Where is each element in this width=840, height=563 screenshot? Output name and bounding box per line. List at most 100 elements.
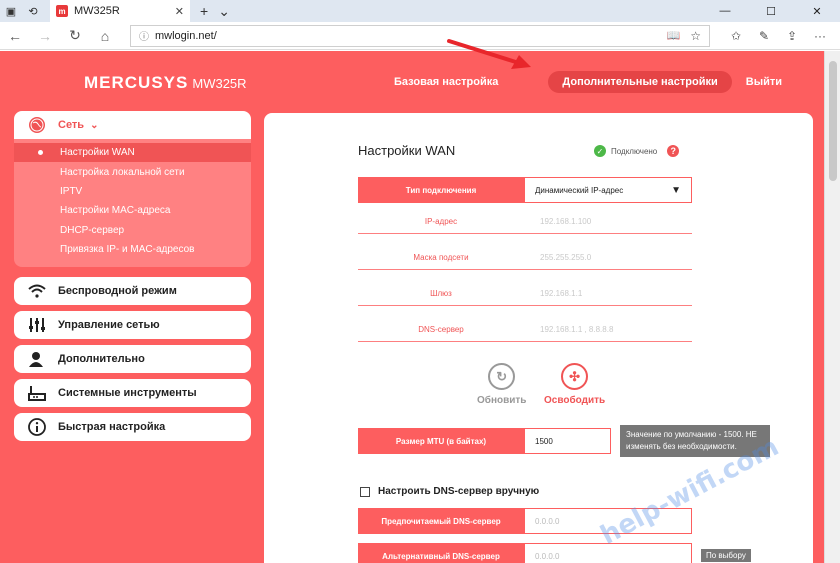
sidebar-item-label: Управление сетью (58, 319, 160, 332)
sidebar: Сеть ⌄ Настройки WAN Настройка локальной… (14, 111, 251, 447)
window-controls: — ☐ ✕ (702, 0, 840, 22)
submenu-iptv[interactable]: IPTV (14, 182, 251, 201)
favorites-icon[interactable]: ✩ (722, 29, 750, 43)
gateway-label: Шлюз (430, 288, 452, 298)
wifi-icon (28, 284, 52, 298)
favorite-star-icon[interactable]: ☆ (690, 29, 701, 43)
address-input[interactable]: ⓘ mwlogin.net/ 📖 ☆ (130, 24, 710, 47)
red-arrow-icon (447, 39, 531, 69)
maximize-icon[interactable]: ☐ (748, 0, 794, 22)
browser-tab[interactable]: m MW325R ✕ (50, 0, 190, 22)
sidebar-item-system-tools[interactable]: Системные инструменты (14, 379, 251, 408)
mtu-row: Размер MTU (в байтах) 1500 (358, 428, 614, 454)
info-icon[interactable]: ⓘ (139, 28, 149, 43)
close-window-icon[interactable]: ✕ (794, 0, 840, 22)
optional-tooltip: По выбору (701, 549, 751, 562)
submenu-wan-settings[interactable]: Настройки WAN (14, 143, 251, 163)
top-navigation: Базовая настройка Дополнительные настрой… (380, 71, 796, 93)
connection-type-row: Тип подключения Динамический IP-адрес ▼ (358, 177, 692, 203)
new-tab-icon[interactable]: + (200, 0, 208, 22)
sidebar-item-label: Системные инструменты (58, 387, 197, 400)
router-device-icon (28, 385, 52, 402)
scrollbar-thumb[interactable] (829, 61, 837, 181)
browser-tools: ✩ ✎ ⇪ ··· (722, 29, 834, 43)
brand-logo: MERCUSYS MW325R (84, 73, 247, 93)
nav-logout[interactable]: Выйти (732, 71, 796, 93)
connection-status: ✓ Подключено ? (594, 145, 680, 157)
dns-label: DNS-сервер (418, 324, 464, 334)
refresh-icon[interactable]: ↻ (60, 27, 90, 44)
info-circle-icon (28, 418, 52, 437)
sidebar-item-network[interactable]: Сеть ⌄ (14, 111, 251, 139)
sidebar-item-label: Быстрая настройка (58, 421, 166, 434)
sliders-icon (28, 317, 52, 333)
address-toolbar: ← → ↻ ⌂ ⓘ mwlogin.net/ 📖 ☆ ✩ ✎ ⇪ ··· (0, 22, 840, 50)
router-page: MERCUSYS MW325R Базовая настройка Дополни… (0, 39, 824, 563)
submenu-ip-mac-binding[interactable]: Привязка IP- и MAC-адресов (14, 240, 251, 259)
sidebar-item-advanced[interactable]: Дополнительно (14, 345, 251, 374)
page-title: Настройки WAN (358, 143, 456, 158)
pen-icon[interactable]: ✎ (750, 29, 778, 43)
share-icon[interactable]: ⇪ (778, 29, 806, 43)
favicon-icon: m (56, 5, 68, 17)
sidebar-item-quick-setup[interactable]: Быстрая настройка (14, 413, 251, 442)
nav-advanced[interactable]: Дополнительные настройки (548, 71, 732, 93)
forward-icon[interactable]: → (30, 28, 60, 44)
mtu-label: Размер MTU (в байтах) (358, 428, 524, 454)
manual-dns-checkbox-row[interactable]: Настроить DNS-сервер вручную (360, 486, 539, 497)
more-icon[interactable]: ··· (806, 29, 834, 43)
gateway-value: 192.168.1.1 (540, 288, 583, 298)
chevron-down-icon: ⌄ (90, 119, 99, 131)
tab-title: MW325R (74, 5, 120, 17)
tab-list-chevron-icon[interactable]: ⌄ (218, 0, 230, 22)
url-text: mwlogin.net/ (155, 29, 217, 42)
browser-titlebar: ▣ ⟲ m MW325R ✕ + ⌄ — ☐ ✕ (0, 0, 840, 22)
reading-view-icon[interactable]: 📖 (667, 29, 681, 42)
tab-actions-icon[interactable]: ▣ (0, 0, 22, 22)
ip-row: IP-адрес 192.168.1.100 (358, 209, 692, 234)
back-tabs-icon[interactable]: ⟲ (22, 0, 44, 22)
gateway-row: Шлюз 192.168.1.1 (358, 281, 692, 306)
submenu-dhcp-server[interactable]: DHCP-сервер (14, 221, 251, 240)
sidebar-item-wireless[interactable]: Беспроводной режим (14, 277, 251, 306)
connection-type-select[interactable]: Динамический IP-адрес ▼ (524, 177, 692, 203)
back-icon[interactable]: ← (0, 28, 30, 44)
mask-label: Маска подсети (413, 252, 469, 262)
mask-value: 255.255.255.0 (540, 252, 592, 262)
dns-value: 192.168.1.1 , 8.8.8.8 (540, 324, 614, 334)
ip-value: 192.168.1.100 (540, 216, 592, 226)
submenu-mac-address[interactable]: Настройки MAC-адреса (14, 201, 251, 220)
renew-label: Обновить (477, 395, 527, 406)
connection-type-value: Динамический IP-адрес (535, 185, 624, 195)
globe-icon (28, 116, 52, 134)
renew-button[interactable]: ↻ Обновить (477, 363, 526, 406)
alternate-dns-row: Альтернативный DNS-сервер 0.0.0.0 (358, 543, 692, 563)
release-arrows-icon: ✣ (561, 363, 589, 390)
alternate-dns-label: Альтернативный DNS-сервер (358, 543, 524, 563)
manual-dns-checkbox[interactable] (360, 486, 370, 497)
home-icon[interactable]: ⌂ (90, 28, 120, 44)
preferred-dns-label: Предпочитаемый DNS-сервер (358, 508, 524, 534)
sidebar-item-label: Дополнительно (58, 353, 145, 366)
page-scrollbar[interactable] (824, 51, 840, 563)
mask-row: Маска подсети 255.255.255.0 (358, 245, 692, 270)
nav-basic[interactable]: Базовая настройка (380, 71, 512, 93)
close-tab-icon[interactable]: ✕ (175, 5, 184, 18)
user-icon (28, 351, 52, 368)
dropdown-triangle-icon: ▼ (671, 184, 681, 196)
help-icon[interactable]: ? (667, 145, 680, 157)
sidebar-item-label: Сеть (58, 119, 85, 131)
wan-settings-card: Настройки WAN ✓ Подключено ? Тип подключ… (264, 113, 813, 563)
connection-type-label: Тип подключения (358, 177, 524, 203)
check-icon: ✓ (594, 145, 606, 157)
submenu-lan-settings[interactable]: Настройка локальной сети (14, 162, 251, 181)
mtu-input[interactable]: 1500 (524, 428, 611, 454)
dns-row: DNS-сервер 192.168.1.1 , 8.8.8.8 (358, 317, 692, 342)
manual-dns-label: Настроить DNS-сервер вручную (378, 486, 540, 497)
minimize-icon[interactable]: — (702, 0, 748, 22)
sidebar-item-network-control[interactable]: Управление сетью (14, 311, 251, 340)
release-label: Освободить (544, 395, 606, 406)
model-name: MW325R (192, 76, 247, 91)
brand-name: MERCUSYS (84, 73, 189, 92)
release-button[interactable]: ✣ Освободить (544, 363, 605, 406)
